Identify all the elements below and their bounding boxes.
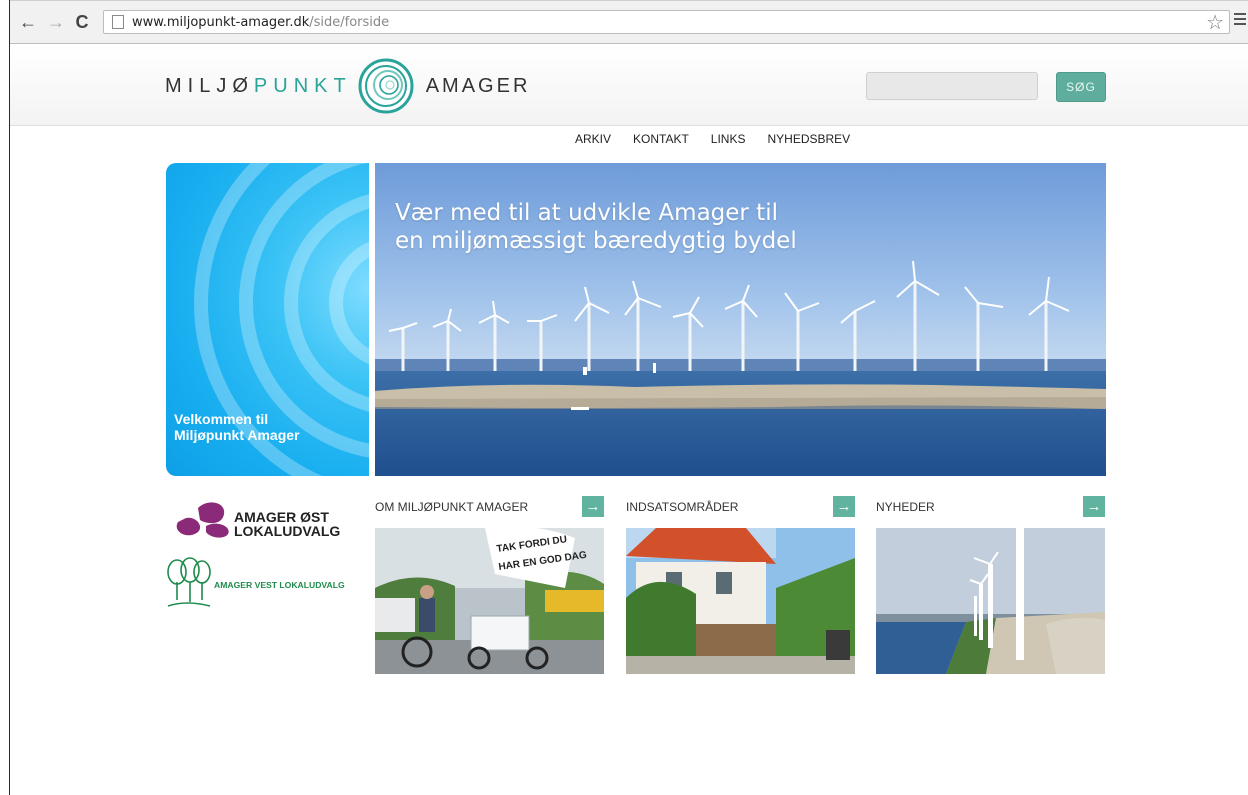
back-arrow-icon[interactable]: ← (18, 12, 38, 32)
arrow-right-icon[interactable]: → (582, 496, 604, 517)
vest-text: AMAGER VEST LOKALUDVALG (214, 580, 345, 590)
amager-vest-logo[interactable]: AMAGER VEST LOKALUDVALG (166, 556, 366, 614)
logo-part2: PUNKT (253, 74, 352, 97)
section-om-miljopunkt: OM MILJØPUNKT AMAGER → TAK FORDI DU HAR … (375, 496, 604, 674)
section-image-turbines[interactable] (876, 528, 1105, 674)
section-indsatsomrader: INDSATSOMRÅDER → (626, 496, 855, 674)
section-image-bike[interactable]: TAK FORDI DU HAR EN GOD DAG (375, 528, 604, 674)
logo-text: MILJØPUNKT (165, 75, 352, 98)
ost-shape-top (198, 502, 225, 524)
nav-link-kontakt[interactable]: KONTAKT (633, 132, 689, 146)
section-header: INDSATSOMRÅDER → (626, 496, 855, 520)
url-host: www.miljopunkt-amager.dk (132, 14, 310, 30)
bike-photo: TAK FORDI DU HAR EN GOD DAG (375, 528, 604, 674)
hero-banner[interactable]: Vær med til at udvikle Amager til en mil… (375, 163, 1106, 476)
logo-part3: AMAGER (425, 74, 531, 97)
house-photo (626, 528, 855, 674)
hero-line2: en miljømæssigt bæredygtig bydel (395, 228, 797, 254)
hero-line1: Vær med til at udvikle Amager til (395, 200, 778, 226)
ost-shape-right (206, 523, 229, 538)
nav-link-nyhedsbrev[interactable]: NYHEDSBREV (767, 132, 850, 146)
section-title[interactable]: INDSATSOMRÅDER (626, 500, 738, 514)
ost-shape-left (176, 517, 201, 536)
section-image-house[interactable] (626, 528, 855, 674)
url-text: www.miljopunkt-amager.dk/side/forside (132, 15, 389, 30)
url-path: /side/forside (309, 14, 390, 30)
top-nav: ARKIV KONTAKT LINKS NYHEDSBREV (575, 132, 850, 146)
address-bar[interactable]: www.miljopunkt-amager.dk/side/forside (103, 10, 1230, 34)
search-input[interactable] (866, 72, 1038, 100)
section-nyheder: NYHEDER → (876, 496, 1105, 674)
site-logo[interactable]: MILJØPUNKT AMAGER (165, 58, 530, 114)
welcome-panel: Velkommen til Miljøpunkt Amager (166, 163, 369, 476)
vest-trees-icon (167, 557, 211, 607)
page-icon (112, 15, 124, 29)
forward-arrow-icon[interactable]: → (46, 12, 66, 32)
reload-icon[interactable]: C (72, 12, 92, 32)
arrow-right-icon[interactable]: → (1083, 496, 1105, 517)
menu-icon[interactable] (1234, 13, 1246, 27)
nav-link-links[interactable]: LINKS (711, 132, 746, 146)
section-title[interactable]: OM MILJØPUNKT AMAGER (375, 500, 528, 514)
arrow-right-icon[interactable]: → (833, 496, 855, 517)
section-header: OM MILJØPUNKT AMAGER → (375, 496, 604, 520)
welcome-text: Velkommen til Miljøpunkt Amager (174, 411, 300, 443)
logo-part1: MILJØ (165, 74, 254, 97)
ost-line2: LOKALUDVALG (234, 523, 340, 539)
hero-caption: Vær med til at udvikle Amager til en mil… (395, 199, 797, 255)
amager-ost-logo[interactable]: AMAGER ØST LOKALUDVALG (170, 498, 360, 540)
logo-ring-icon (358, 58, 414, 114)
turbines-photo (876, 528, 1105, 674)
nav-link-arkiv[interactable]: ARKIV (575, 132, 611, 146)
welcome-line1: Velkommen til (174, 411, 269, 427)
section-header: NYHEDER → (876, 496, 1105, 520)
search-button[interactable]: SØG (1056, 72, 1106, 102)
window-left-edge (0, 0, 10, 795)
section-title[interactable]: NYHEDER (876, 500, 935, 514)
welcome-line2: Miljøpunkt Amager (174, 427, 300, 443)
bookmark-star-icon[interactable]: ☆ (1206, 10, 1224, 35)
site-header: MILJØPUNKT AMAGER SØG (10, 44, 1248, 126)
browser-toolbar: ← → C www.miljopunkt-amager.dk/side/fors… (10, 0, 1248, 44)
